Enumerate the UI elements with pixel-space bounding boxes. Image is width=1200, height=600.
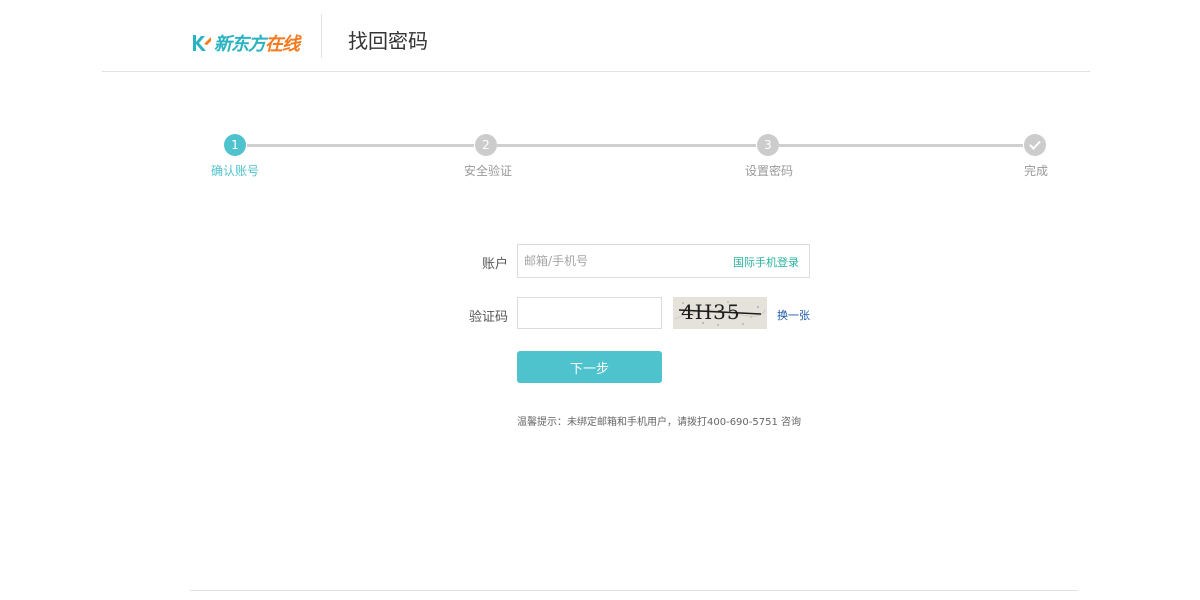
step-3-label: 设置密码 (744, 164, 793, 178)
refresh-captcha-link[interactable]: 换一张 (777, 307, 810, 323)
step-1-label: 确认账号 (210, 164, 259, 178)
account-label: 账户 (481, 257, 508, 272)
captcha-strike (678, 309, 762, 315)
brand-logo[interactable]: 新东方在线 (190, 26, 300, 60)
footer-divider (190, 590, 1078, 591)
brand-logo-icon (193, 35, 211, 51)
step-1-number: 1 (231, 138, 239, 152)
page: 新东方在线 找回密码 1 2 3 确认账号 安全验证 设置密码 完成 账户 国际… (0, 0, 1200, 600)
step-connector (779, 144, 1023, 147)
account-field: 国际手机登录 (517, 244, 810, 278)
step-2-label: 安全验证 (463, 164, 512, 178)
step-4-circle (1024, 134, 1046, 156)
logo-text-secondary: 在线 (265, 34, 300, 55)
step-2-number: 2 (482, 138, 490, 152)
captcha-image[interactable]: 4H35 (673, 297, 767, 329)
captcha-label: 验证码 (468, 310, 508, 325)
header-divider (321, 14, 322, 58)
captcha-input[interactable] (517, 297, 662, 329)
step-3-circle: 3 (757, 134, 779, 156)
intl-phone-login-link[interactable]: 国际手机登录 (733, 254, 799, 270)
step-1-circle: 1 (224, 134, 246, 156)
next-step-button[interactable]: 下一步 (517, 351, 662, 383)
step-progress: 1 2 3 确认账号 安全验证 设置密码 完成 (0, 134, 1200, 184)
account-input[interactable] (524, 245, 714, 277)
step-connector (247, 144, 474, 147)
step-3-number: 3 (764, 138, 772, 152)
step-connector (497, 144, 756, 147)
page-title: 找回密码 (348, 29, 428, 53)
brand-logo-text: 新东方在线 (214, 30, 300, 56)
header: 新东方在线 找回密码 (102, 0, 1090, 72)
logo-text-primary: 新东方 (214, 34, 266, 55)
step-2-circle: 2 (475, 134, 497, 156)
hint-text: 温馨提示：未绑定邮箱和手机用户，请拨打400-690-5751 咨询 (517, 417, 802, 428)
check-icon (1029, 140, 1041, 150)
step-4-label: 完成 (1023, 164, 1048, 178)
